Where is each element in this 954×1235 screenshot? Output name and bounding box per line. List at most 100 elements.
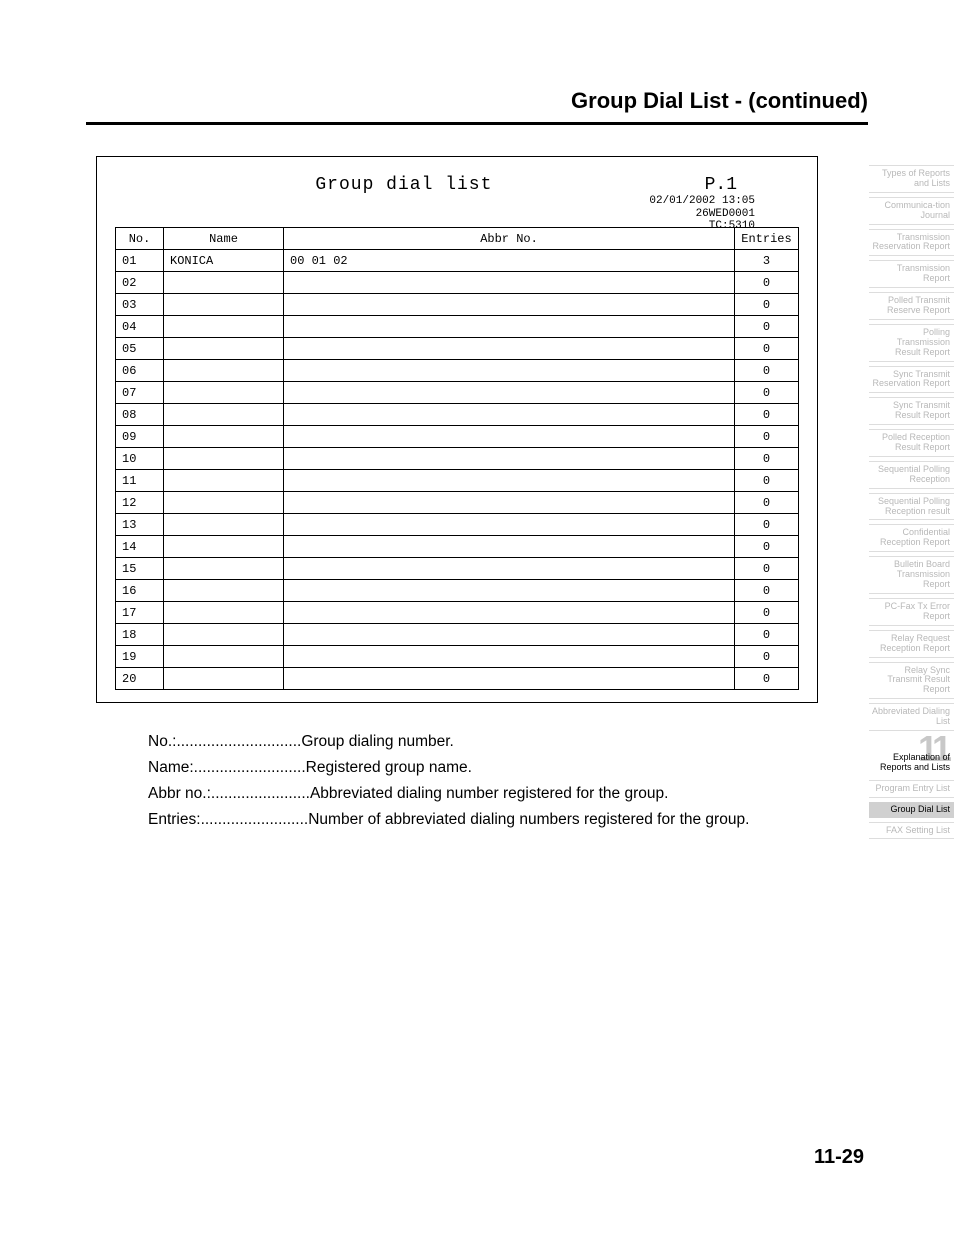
table-row: 060 [116,360,799,382]
sidebar-tab[interactable]: Sequential Polling Reception [869,461,954,489]
cell-abbr [284,668,735,690]
cell-no: 10 [116,448,164,470]
section-label: Explanation of Reports and Lists [871,753,950,773]
cell-abbr [284,646,735,668]
cell-no: 14 [116,536,164,558]
cell-no: 05 [116,338,164,360]
cell-name [164,316,284,338]
col-header-name: Name [164,228,284,250]
table-row: 11 0 [116,470,799,492]
cell-entries: 0 [735,382,799,404]
cell-entries: 0 [735,580,799,602]
cell-no: 19 [116,646,164,668]
table-row: 170 [116,602,799,624]
sidebar-tab[interactable]: Transmission Report [869,260,954,288]
sidebar-tab[interactable]: Sync Transmit Result Report [869,397,954,425]
cell-entries: 0 [735,404,799,426]
sidebar-tab[interactable]: Sequential Polling Reception result [869,493,954,521]
cell-name [164,338,284,360]
cell-entries: 0 [735,272,799,294]
cell-entries: 0 [735,514,799,536]
cell-name [164,668,284,690]
cell-name [164,624,284,646]
cell-no: 18 [116,624,164,646]
sidebar-tab[interactable]: Group Dial List [869,802,954,818]
definition-row: Entries:.........................Number … [148,808,808,832]
sidebar-tab[interactable]: Communica-tion Journal [869,197,954,225]
cell-name [164,294,284,316]
cell-abbr [284,580,735,602]
cell-abbr [284,624,735,646]
sidebar-tab[interactable]: Transmission Reservation Report [869,229,954,257]
definition-label: Entries: [148,808,201,832]
cell-entries: 0 [735,470,799,492]
report-page-number: P.1 [705,175,737,195]
cell-no: 07 [116,382,164,404]
sidebar-tab[interactable]: Confidential Reception Report [869,524,954,552]
sidebar-tab[interactable]: Abbreviated Dialing List [869,703,954,731]
sidebar-tabs: Types of Reports and Lists Communica-tion… [869,165,954,839]
cell-no: 09 [116,426,164,448]
sidebar-tab[interactable]: Relay Request Reception Report [869,630,954,658]
cell-name [164,602,284,624]
cell-name [164,382,284,404]
cell-abbr [284,426,735,448]
table-row: 140 [116,536,799,558]
sidebar-tab[interactable]: Relay Sync Transmit Result Report [869,662,954,700]
cell-abbr [284,514,735,536]
cell-abbr [284,382,735,404]
sidebar-tab[interactable]: PC-Fax Tx Error Report [869,598,954,626]
table-row: 01KONICA00 01 023 [116,250,799,272]
definition-label: Name: [148,756,194,780]
sidebar-tab[interactable]: Bulletin Board Transmission Report [869,556,954,594]
sidebar-tab[interactable]: Sync Transmit Reservation Report [869,366,954,394]
definition-label: No.: [148,730,176,754]
cell-abbr [284,558,735,580]
table-row: 120 [116,492,799,514]
table-row: 16 0 [116,580,799,602]
report-printout: Group dial list P.1 02/01/2002 13:05 26W… [96,156,818,703]
cell-no: 16 [116,580,164,602]
cell-no: 04 [116,316,164,338]
cell-abbr [284,338,735,360]
table-row: 09 0 [116,426,799,448]
sidebar-tab[interactable]: Polled Reception Result Report [869,429,954,457]
table-row: 100 [116,448,799,470]
sidebar-tab[interactable]: FAX Setting List [869,822,954,840]
definition-row: Abbr no.: .......................Abbrevi… [148,782,808,806]
cell-name [164,272,284,294]
definition-dots: ......................... [201,811,309,828]
definition-dots: ....................... [211,785,310,802]
sidebar-tab[interactable]: Program Entry List [869,780,954,798]
report-metadata: 02/01/2002 13:05 26WED0001 TC:5310 [649,195,755,233]
cell-entries: 0 [735,338,799,360]
definition-dots: ............................. [176,733,301,750]
cell-no: 11 [116,470,164,492]
definition-row: Name: ..........................Register… [148,756,808,780]
table-row: 19 0 [116,646,799,668]
table-row: 07 0 [116,382,799,404]
sidebar-tab[interactable]: Types of Reports and Lists [869,165,954,193]
definition-dots: .......................... [194,759,306,776]
table-row: 030 [116,294,799,316]
cell-no: 03 [116,294,164,316]
cell-entries: 0 [735,646,799,668]
cell-name [164,558,284,580]
table-row: 150 [116,558,799,580]
cell-no: 13 [116,514,164,536]
cell-abbr [284,404,735,426]
sidebar-tab[interactable]: Polling Transmission Result Report [869,324,954,362]
sidebar-section-marker[interactable]: 11Explanation of Reports and Lists [869,735,954,776]
table-row: 080 [116,404,799,426]
report-header: Group dial list P.1 02/01/2002 13:05 26W… [115,171,799,227]
cell-entries: 0 [735,426,799,448]
cell-name [164,404,284,426]
cell-name [164,580,284,602]
cell-no: 12 [116,492,164,514]
table-row: 200 [116,668,799,690]
cell-abbr: 00 01 02 [284,250,735,272]
cell-name [164,536,284,558]
cell-abbr [284,272,735,294]
sidebar-tab[interactable]: Polled Transmit Reserve Report [869,292,954,320]
cell-abbr [284,536,735,558]
